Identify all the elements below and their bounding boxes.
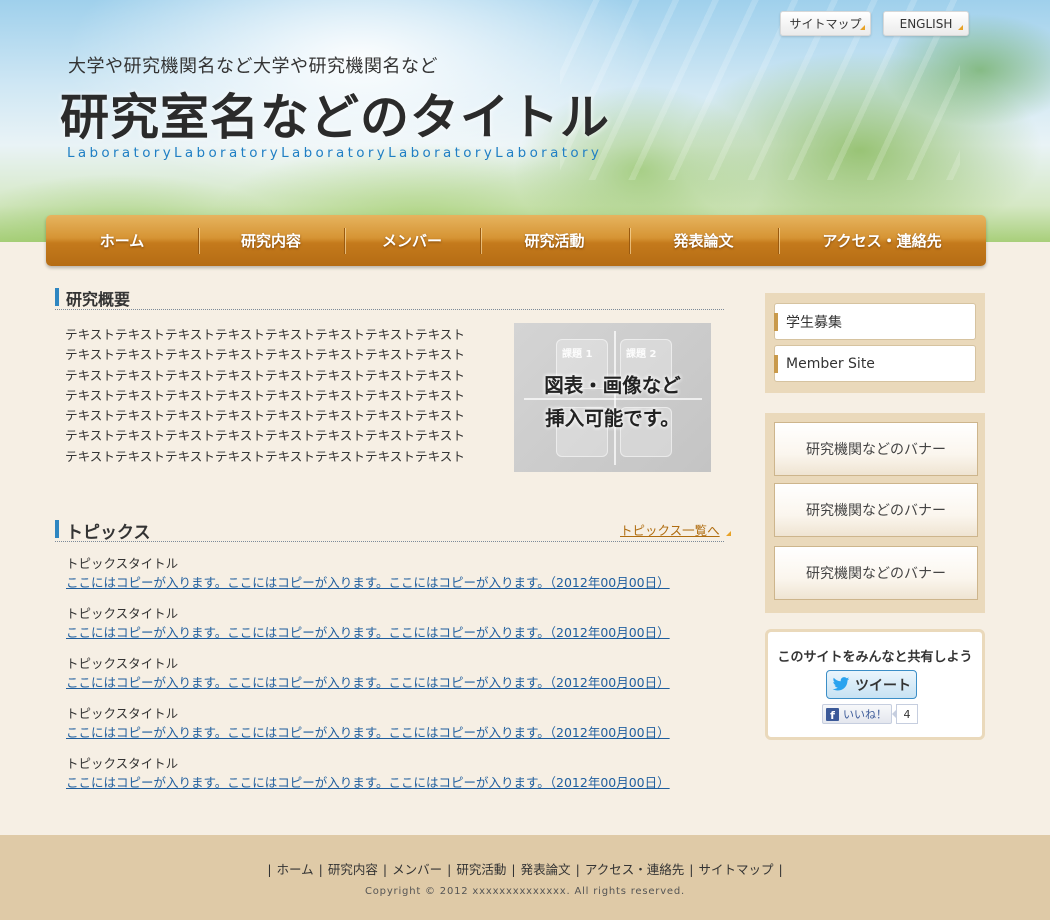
- tweet-label: ツイート: [855, 677, 911, 694]
- footer-link-home[interactable]: ホーム: [277, 862, 314, 877]
- topic-title: トピックスタイトル: [66, 706, 179, 721]
- corner-arrow-icon: [958, 25, 963, 30]
- nav-item-access[interactable]: アクセス・連絡先: [778, 215, 986, 266]
- tweet-button[interactable]: ツイート: [826, 670, 917, 699]
- topic-item: トピックスタイトル ここにはコピーが入ります。ここにはコピーが入ります。ここには…: [66, 555, 670, 591]
- topics-title: トピックス: [66, 523, 151, 543]
- sidebar-item-label: 学生募集: [786, 314, 842, 331]
- nav-item-members[interactable]: メンバー: [344, 215, 480, 266]
- footer-link-access[interactable]: アクセス・連絡先: [585, 862, 684, 877]
- facebook-icon: f: [826, 707, 839, 721]
- topics-list-link[interactable]: トピックス一覧へ: [620, 520, 731, 539]
- footer-separator: |: [778, 862, 783, 877]
- footer-separator: |: [382, 862, 388, 877]
- nav-item-research[interactable]: 研究内容: [198, 215, 344, 266]
- overview-text: テキストテキストテキストテキストテキストテキストテキストテキスト テキストテキス…: [65, 325, 495, 467]
- site-title[interactable]: 研究室名などのタイトル: [60, 78, 610, 149]
- footer-separator: |: [447, 862, 452, 877]
- footer-nav: | ホーム | 研究内容 | メンバー | 研究活動 | 発表論文 | アクセス・連絡先 | サイトマップ…: [0, 859, 1050, 878]
- like-count: 4: [892, 704, 918, 724]
- header-banner: 大学や研究機関名など大学や研究機関名など 研究室名などのタイトル Laborat…: [0, 0, 1050, 242]
- figure-caption-line: 挿入可能です。: [545, 407, 680, 430]
- footer-link-sitemap[interactable]: サイトマップ: [698, 862, 773, 877]
- topic-link[interactable]: ここにはコピーが入ります。ここにはコピーが入ります。ここにはコピーが入ります。（…: [66, 725, 670, 740]
- english-button[interactable]: ENGLISH: [883, 11, 969, 36]
- sitemap-button[interactable]: サイトマップ: [780, 11, 871, 36]
- like-label: いいね！: [843, 708, 887, 721]
- footer-link-publications[interactable]: 発表論文: [521, 862, 571, 877]
- figure-quadrant-label: 課題 2: [626, 349, 657, 360]
- twitter-bird-icon: [832, 677, 850, 691]
- topic-title: トピックスタイトル: [66, 756, 179, 771]
- topic-link[interactable]: ここにはコピーが入ります。ここにはコピーが入ります。ここにはコピーが入ります。（…: [66, 775, 670, 790]
- institution-banner[interactable]: 研究機関などのバナー: [774, 422, 978, 476]
- corner-arrow-icon: [725, 531, 731, 536]
- footer-separator: |: [575, 862, 580, 877]
- footer-link-members[interactable]: メンバー: [392, 862, 442, 877]
- institution-banner[interactable]: 研究機関などのバナー: [774, 483, 978, 537]
- institution-banner[interactable]: 研究機関などのバナー: [774, 546, 978, 600]
- footer-separator: |: [318, 862, 323, 877]
- topic-link[interactable]: ここにはコピーが入ります。ここにはコピーが入ります。ここにはコピーが入ります。（…: [66, 625, 670, 640]
- corner-arrow-icon: [860, 25, 865, 30]
- overview-line: テキストテキストテキストテキストテキストテキストテキストテキスト: [65, 367, 465, 383]
- overview-line: テキストテキストテキストテキストテキストテキストテキストテキスト: [65, 428, 465, 444]
- overview-figure: 課題 1 課題 2 図表・画像など 挿入可能です。: [514, 323, 711, 472]
- footer-link-activities[interactable]: 研究活動: [456, 862, 506, 877]
- lab-subtitle: LaboratoryLaboratoryLaboratoryLaboratory…: [67, 145, 603, 161]
- figure-caption: 図表・画像など 挿入可能です。: [514, 369, 711, 435]
- nav-item-activities[interactable]: 研究活動: [480, 215, 629, 266]
- topic-title: トピックスタイトル: [66, 556, 179, 571]
- topics-list-label: トピックス一覧へ: [620, 523, 720, 538]
- overview-line: テキストテキストテキストテキストテキストテキストテキストテキスト: [65, 408, 465, 424]
- sidebar-item-recruit[interactable]: 学生募集: [774, 303, 976, 340]
- global-nav: ホーム 研究内容 メンバー 研究活動 発表論文 アクセス・連絡先: [46, 215, 986, 266]
- nav-item-publications[interactable]: 発表論文: [629, 215, 778, 266]
- topic-link[interactable]: ここにはコピーが入ります。ここにはコピーが入ります。ここにはコピーが入ります。（…: [66, 675, 670, 690]
- facebook-like-button[interactable]: f いいね！: [822, 704, 892, 724]
- topic-title: トピックスタイトル: [66, 606, 179, 621]
- sidebar-item-label: Member Site: [786, 355, 875, 372]
- topic-item: トピックスタイトル ここにはコピーが入ります。ここにはコピーが入ります。ここには…: [66, 655, 670, 691]
- overview-line: テキストテキストテキストテキストテキストテキストテキストテキスト: [65, 387, 465, 403]
- footer-separator: |: [689, 862, 694, 877]
- overview-line: テキストテキストテキストテキストテキストテキストテキストテキスト: [65, 327, 465, 342]
- heading-marker: [55, 520, 59, 538]
- overview-title: 研究概要: [66, 290, 131, 309]
- overview-line: テキストテキストテキストテキストテキストテキストテキストテキスト: [65, 448, 465, 464]
- figure-quadrant-label: 課題 1: [562, 349, 593, 360]
- topic-item: トピックスタイトル ここにはコピーが入ります。ここにはコピーが入ります。ここには…: [66, 605, 670, 641]
- footer-separator: |: [267, 862, 272, 877]
- topic-link[interactable]: ここにはコピーが入ります。ここにはコピーが入ります。ここにはコピーが入ります。（…: [66, 575, 670, 590]
- share-panel: このサイトをみんなと共有しよう ツイート f いいね！ 4: [765, 629, 985, 740]
- heading-marker: [55, 288, 59, 306]
- overview-heading: 研究概要: [55, 286, 724, 310]
- topic-item: トピックスタイトル ここにはコピーが入ります。ここにはコピーが入ります。ここには…: [66, 705, 670, 741]
- overview-line: テキストテキストテキストテキストテキストテキストテキストテキスト: [65, 347, 465, 363]
- sidebar-item-member-site[interactable]: Member Site: [774, 345, 976, 382]
- copyright: Copyright © 2012 xxxxxxxxxxxxxx. All rig…: [364, 886, 686, 897]
- footer-link-research[interactable]: 研究内容: [328, 862, 378, 877]
- nav-item-home[interactable]: ホーム: [46, 215, 198, 266]
- footer: | ホーム | 研究内容 | メンバー | 研究活動 | 発表論文 | アクセス・連絡先 | サイトマップ…: [0, 835, 1050, 920]
- sitemap-label: サイトマップ: [789, 17, 862, 31]
- english-label: ENGLISH: [899, 16, 953, 31]
- university-name: 大学や研究機関名など大学や研究機関名など: [68, 56, 438, 77]
- figure-caption-line: 図表・画像など: [544, 374, 681, 397]
- footer-separator: |: [511, 862, 516, 877]
- topic-title: トピックスタイトル: [66, 656, 179, 671]
- share-title: このサイトをみんなと共有しよう: [777, 650, 973, 665]
- topic-item: トピックスタイトル ここにはコピーが入ります。ここにはコピーが入ります。ここには…: [66, 755, 670, 791]
